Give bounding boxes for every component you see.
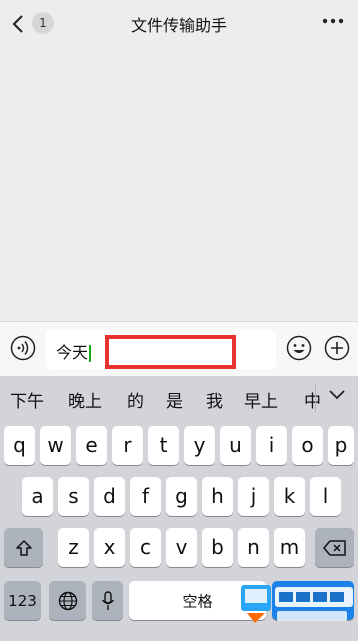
- voice-icon: [10, 335, 36, 361]
- candidate-word[interactable]: 早上: [244, 387, 278, 412]
- expand-candidates-button[interactable]: [314, 376, 358, 420]
- emoji-icon: [286, 335, 312, 361]
- globe-icon: [58, 591, 77, 610]
- key-n[interactable]: n: [238, 528, 269, 567]
- key-f[interactable]: f: [130, 477, 161, 516]
- key-v[interactable]: v: [166, 528, 197, 567]
- key-b[interactable]: b: [202, 528, 233, 567]
- key-z[interactable]: z: [58, 528, 89, 567]
- key-d[interactable]: d: [94, 477, 125, 516]
- more-functions-button[interactable]: [324, 335, 350, 361]
- backspace-icon: [322, 539, 346, 556]
- key-g[interactable]: g: [166, 477, 197, 516]
- candidate-word[interactable]: 晚上: [68, 387, 102, 412]
- key-t[interactable]: t: [148, 426, 179, 465]
- key-y[interactable]: y: [184, 426, 215, 465]
- text-caret: [89, 345, 92, 362]
- voice-button[interactable]: [10, 335, 36, 361]
- candidate-word[interactable]: 下午: [10, 387, 44, 412]
- key-w[interactable]: w: [40, 426, 71, 465]
- key-c[interactable]: c: [130, 528, 161, 567]
- page-title: 文件传输助手: [130, 16, 227, 35]
- key-o[interactable]: o: [292, 426, 323, 465]
- candidate-word[interactable]: 是: [166, 387, 183, 412]
- key-r[interactable]: r: [112, 426, 143, 465]
- shift-icon: [15, 539, 32, 556]
- plus-icon: [324, 335, 350, 361]
- key-e[interactable]: e: [76, 426, 107, 465]
- key-i[interactable]: i: [256, 426, 287, 465]
- backspace-key[interactable]: [315, 528, 354, 567]
- key-x[interactable]: x: [94, 528, 125, 567]
- key-m[interactable]: m: [274, 528, 305, 567]
- site-watermark-logo: [233, 573, 358, 641]
- more-horizontal-icon: [322, 18, 344, 24]
- candidate-word[interactable]: 的: [127, 387, 144, 412]
- message-input-text: 今天: [56, 343, 89, 362]
- key-k[interactable]: k: [274, 477, 305, 516]
- key-q[interactable]: q: [4, 426, 35, 465]
- emoji-button[interactable]: [286, 335, 312, 361]
- key-a[interactable]: a: [22, 477, 53, 516]
- globe-key[interactable]: [49, 581, 86, 620]
- key-h[interactable]: h: [202, 477, 233, 516]
- microphone-key[interactable]: [92, 581, 123, 620]
- key-l[interactable]: l: [310, 477, 341, 516]
- numbers-key[interactable]: 123: [4, 581, 41, 620]
- message-area[interactable]: [0, 46, 358, 321]
- shift-key[interactable]: [4, 528, 43, 567]
- nav-bar: 1 文件传输助手: [0, 0, 358, 46]
- key-u[interactable]: u: [220, 426, 251, 465]
- chevron-down-icon: [329, 390, 345, 400]
- candidate-word[interactable]: 我: [206, 387, 223, 412]
- key-s[interactable]: s: [58, 477, 89, 516]
- candidate-bar: 下午 晚上 的 是 我 早上 中: [0, 376, 358, 420]
- key-p[interactable]: p: [328, 426, 354, 465]
- more-button[interactable]: [320, 12, 346, 32]
- microphone-icon: [101, 590, 114, 610]
- key-j[interactable]: j: [238, 477, 269, 516]
- annotation-highlight-box: [105, 335, 236, 369]
